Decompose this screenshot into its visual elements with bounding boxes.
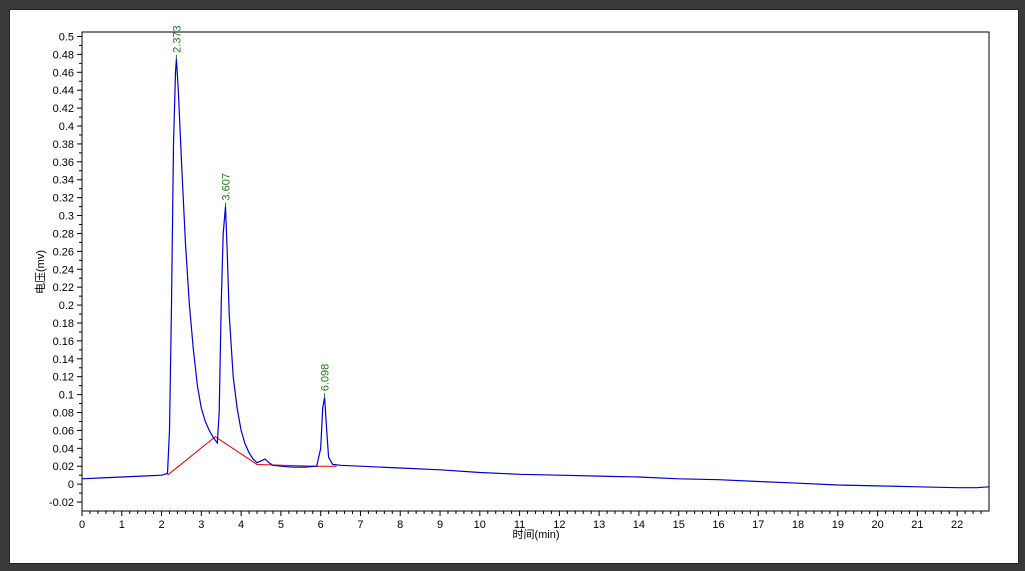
y-tick-label: 0.02 bbox=[53, 461, 74, 473]
x-tick-label: 19 bbox=[832, 519, 844, 531]
y-tick-label: 0.06 bbox=[53, 425, 74, 437]
x-tick-label: 9 bbox=[437, 519, 443, 531]
x-tick-label: 15 bbox=[673, 519, 685, 531]
y-tick-label: 0.28 bbox=[53, 228, 74, 240]
peak-label: 6.098 bbox=[320, 364, 332, 392]
x-tick-label: 0 bbox=[79, 519, 85, 531]
y-tick-label: 0.12 bbox=[53, 372, 74, 384]
x-tick-label: 5 bbox=[278, 519, 284, 531]
x-tick-label: 13 bbox=[593, 519, 605, 531]
chart-window: -0.02 0 0.02 0.04 0.06 0.08 0.1 0.12 0.14 0.16 0.1… bbox=[10, 10, 1018, 563]
y-tick-label: 0.16 bbox=[53, 336, 74, 348]
y-tick-label: 0.32 bbox=[53, 193, 74, 205]
y-tick-label: 0.44 bbox=[53, 85, 74, 97]
x-tick-label: 1 bbox=[119, 519, 125, 531]
y-tick-label: 0.08 bbox=[53, 408, 74, 420]
y-tick-label: 0.42 bbox=[53, 103, 74, 115]
x-tick-label: 16 bbox=[712, 519, 724, 531]
x-tick-label: 2 bbox=[158, 519, 164, 531]
y-axis: -0.02 0 0.02 0.04 0.06 0.08 0.1 0.12 0.14 0.16 0.1… bbox=[49, 31, 82, 509]
y-tick-label: 0.5 bbox=[59, 31, 74, 43]
y-tick-label: 0.34 bbox=[53, 175, 74, 187]
y-tick-label: 0.38 bbox=[53, 139, 74, 151]
x-tick-label: 3 bbox=[198, 519, 204, 531]
y-tick-label: 0.2 bbox=[59, 300, 74, 312]
y-tick-label: 0.36 bbox=[53, 157, 74, 169]
y-tick-label: -0.02 bbox=[49, 497, 74, 509]
peak-label: 2.373 bbox=[171, 25, 183, 53]
x-tick-label: 22 bbox=[951, 519, 963, 531]
y-tick-label: 0.1 bbox=[59, 390, 74, 402]
y-tick-label: 0.48 bbox=[53, 49, 74, 61]
chromatogram-chart: -0.02 0 0.02 0.04 0.06 0.08 0.1 0.12 0.14 0.16 0.1… bbox=[34, 25, 990, 541]
peak-label: 3.607 bbox=[220, 173, 232, 201]
x-tick-label: 6 bbox=[318, 519, 324, 531]
y-tick-label: 0.26 bbox=[53, 246, 74, 258]
y-tick-label: 0.04 bbox=[53, 443, 74, 455]
x-tick-label: 18 bbox=[792, 519, 804, 531]
x-tick-label: 17 bbox=[752, 519, 764, 531]
x-tick-label: 20 bbox=[871, 519, 883, 531]
y-tick-label: 0 bbox=[68, 479, 74, 491]
y-tick-label: 0.18 bbox=[53, 318, 74, 330]
y-tick-label: 0.4 bbox=[59, 121, 74, 133]
x-tick-label: 21 bbox=[911, 519, 923, 531]
y-tick-label: 0.24 bbox=[53, 264, 74, 276]
y-tick-label: 0.22 bbox=[53, 282, 74, 294]
x-tick-label: 14 bbox=[633, 519, 645, 531]
x-axis: 0 1 2 3 4 5 6 7 8 9 10 11 12 13 14 15 16 17 18 19 20 21 22 bbox=[79, 511, 982, 531]
y-tick-label: 0.3 bbox=[59, 211, 74, 223]
x-tick-label: 4 bbox=[238, 519, 244, 531]
x-tick-label: 7 bbox=[357, 519, 363, 531]
x-tick-label: 8 bbox=[397, 519, 403, 531]
y-tick-label: 0.14 bbox=[53, 354, 74, 366]
x-tick-label: 10 bbox=[474, 519, 486, 531]
x-axis-title: 时间(min) bbox=[512, 528, 559, 541]
y-tick-label: 0.46 bbox=[53, 67, 74, 79]
y-axis-title: 电压(mv) bbox=[34, 250, 47, 294]
